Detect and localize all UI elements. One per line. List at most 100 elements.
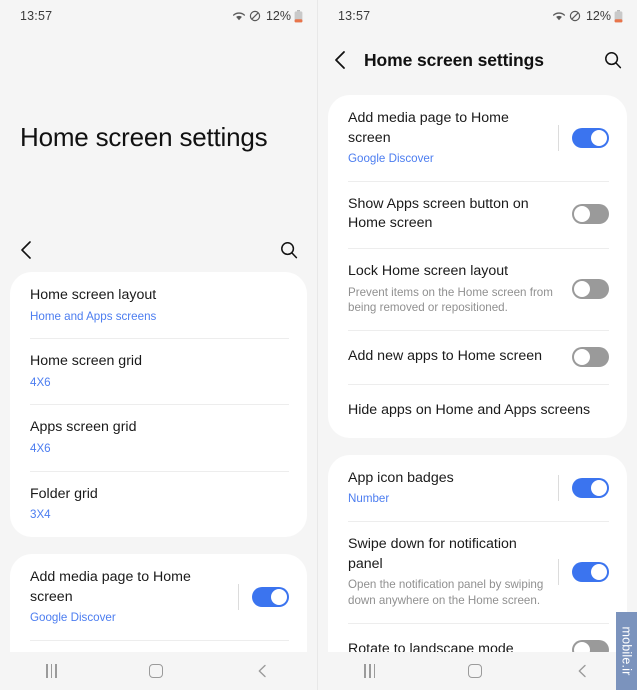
row-text: Home screen grid 4X6: [30, 352, 289, 390]
battery-percent: 12%: [585, 9, 611, 23]
search-icon[interactable]: [279, 240, 299, 260]
navigation-bar: [318, 652, 637, 690]
row-text: Show Apps screen button on Home screen: [348, 195, 562, 234]
toggle-wrapper: [238, 583, 289, 610]
row-title: Add media page to Home screen: [348, 110, 509, 146]
chevron-left-icon[interactable]: [18, 239, 36, 261]
row-subtitle: Google Discover: [30, 611, 116, 625]
toggle-switch[interactable]: [572, 204, 609, 225]
mute-icon: [249, 10, 261, 22]
settings-row[interactable]: Add media page to Home screen Google Disc…: [328, 95, 627, 181]
row-text: Add media page to Home screen Google Disc…: [30, 568, 228, 626]
battery-icon: [614, 9, 623, 22]
toggle-divider: [558, 124, 559, 151]
row-subtitle: 4X6: [30, 375, 51, 389]
row-title: Apps screen grid: [30, 419, 137, 436]
settings-card: Home screen layout Home and Apps screens H…: [10, 272, 307, 537]
recents-icon[interactable]: [46, 664, 57, 678]
row-title: Lock Home screen layout: [348, 263, 509, 280]
status-indicators: 12%: [552, 9, 623, 23]
settings-row[interactable]: Folder grid 3X4: [10, 470, 307, 537]
toggle-knob: [591, 563, 607, 580]
row-subtitle: 3X4: [30, 508, 51, 522]
row-text: Add new apps to Home screen: [348, 347, 562, 367]
toggle-switch[interactable]: [252, 586, 289, 607]
row-text: App icon badges Number: [348, 469, 548, 507]
settings-row[interactable]: Add new apps to Home screen: [328, 329, 627, 384]
toggle-switch[interactable]: [572, 561, 609, 582]
left-settings-list[interactable]: Home screen layout Home and Apps screens H…: [0, 272, 317, 690]
row-text: Hide apps on Home and Apps screens: [348, 401, 609, 421]
row-title: Folder grid: [30, 485, 98, 502]
row-title: App icon badges: [348, 469, 454, 486]
status-time: 13:57: [20, 9, 53, 23]
toggle-knob: [574, 206, 590, 223]
settings-row[interactable]: Home screen layout Home and Apps screens: [10, 272, 307, 338]
toggle-wrapper: [572, 204, 609, 225]
row-title: Home screen layout: [30, 287, 157, 303]
recents-icon[interactable]: [364, 664, 376, 678]
back-chevron-icon[interactable]: [575, 663, 591, 679]
toggle-divider: [558, 558, 559, 585]
row-title: Home screen grid: [30, 353, 142, 370]
toggle-switch[interactable]: [572, 127, 609, 148]
home-icon[interactable]: [467, 664, 482, 678]
row-text: Home screen layout Home and Apps screens: [30, 286, 289, 324]
watermark-text: mobile.ir: [619, 626, 634, 676]
settings-row[interactable]: Swipe down for notification panel Open th…: [328, 521, 627, 622]
row-title: Swipe down for notification panel: [348, 536, 517, 572]
toggle-divider: [558, 475, 559, 501]
battery-icon: [294, 9, 303, 22]
toggle-knob: [271, 588, 287, 605]
dual-screenshot-container: 13:57 12% Home screen settings Home scre…: [0, 0, 637, 690]
left-phone-screen: 13:57 12% Home screen settings Home scre…: [0, 0, 318, 690]
toggle-knob: [591, 480, 607, 496]
toggle-wrapper: [558, 475, 609, 501]
chevron-left-icon[interactable]: [332, 49, 350, 71]
settings-row[interactable]: Home screen grid 4X6: [10, 338, 307, 404]
toggle-switch[interactable]: [572, 478, 609, 498]
toggle-wrapper: [558, 558, 609, 585]
toggle-switch[interactable]: [572, 278, 609, 299]
settings-row[interactable]: Lock Home screen layout Prevent items on …: [328, 248, 627, 330]
sub-toolbar: [0, 230, 317, 270]
wifi-icon: [552, 12, 566, 21]
row-title: Add media page to Home screen: [30, 568, 191, 605]
home-icon[interactable]: [148, 664, 163, 678]
battery-percent: 12%: [265, 9, 291, 23]
mute-icon: [569, 10, 581, 22]
row-subtitle: Open the notification panel by swiping d…: [348, 578, 544, 607]
row-text: Swipe down for notification panel Open th…: [348, 535, 548, 608]
right-settings-list[interactable]: Add media page to Home screen Google Disc…: [318, 95, 637, 690]
search-icon[interactable]: [603, 50, 623, 70]
toggle-divider: [238, 583, 239, 610]
row-subtitle: Home and Apps screens: [30, 309, 157, 323]
toggle-knob: [574, 280, 590, 297]
toggle-knob: [574, 348, 590, 365]
row-subtitle: Google Discover: [348, 152, 434, 166]
settings-row[interactable]: Apps screen grid 4X6: [10, 404, 307, 470]
toggle-wrapper: [572, 278, 609, 299]
back-chevron-icon[interactable]: [255, 663, 271, 679]
row-text: Folder grid 3X4: [30, 485, 289, 523]
page-title: Home screen settings: [20, 122, 268, 152]
row-subtitle: 4X6: [30, 442, 51, 456]
settings-row[interactable]: Show Apps screen button on Home screen: [328, 180, 627, 248]
row-text: Lock Home screen layout Prevent items on …: [348, 262, 562, 316]
toggle-switch[interactable]: [572, 346, 609, 367]
row-text: Add media page to Home screen Google Disc…: [348, 109, 548, 167]
toggle-knob: [591, 129, 607, 146]
toggle-wrapper: [572, 346, 609, 367]
row-subtitle: Prevent items on the Home screen from be…: [348, 285, 553, 315]
app-bar-title: Home screen settings: [364, 49, 544, 70]
status-bar: 13:57 12%: [0, 0, 317, 32]
settings-card: App icon badges Number Swipe down for noti…: [328, 454, 627, 677]
row-title: Hide apps on Home and Apps screens: [348, 402, 591, 419]
row-title: Add new apps to Home screen: [348, 348, 543, 365]
settings-row[interactable]: Add media page to Home screen Google Disc…: [10, 554, 307, 640]
settings-row[interactable]: Hide apps on Home and Apps screens: [328, 383, 627, 438]
status-indicators: 12%: [232, 9, 303, 23]
watermark: mobile.ir: [616, 612, 637, 690]
app-bar: Home screen settings: [318, 32, 637, 88]
settings-row[interactable]: App icon badges Number: [328, 455, 627, 521]
